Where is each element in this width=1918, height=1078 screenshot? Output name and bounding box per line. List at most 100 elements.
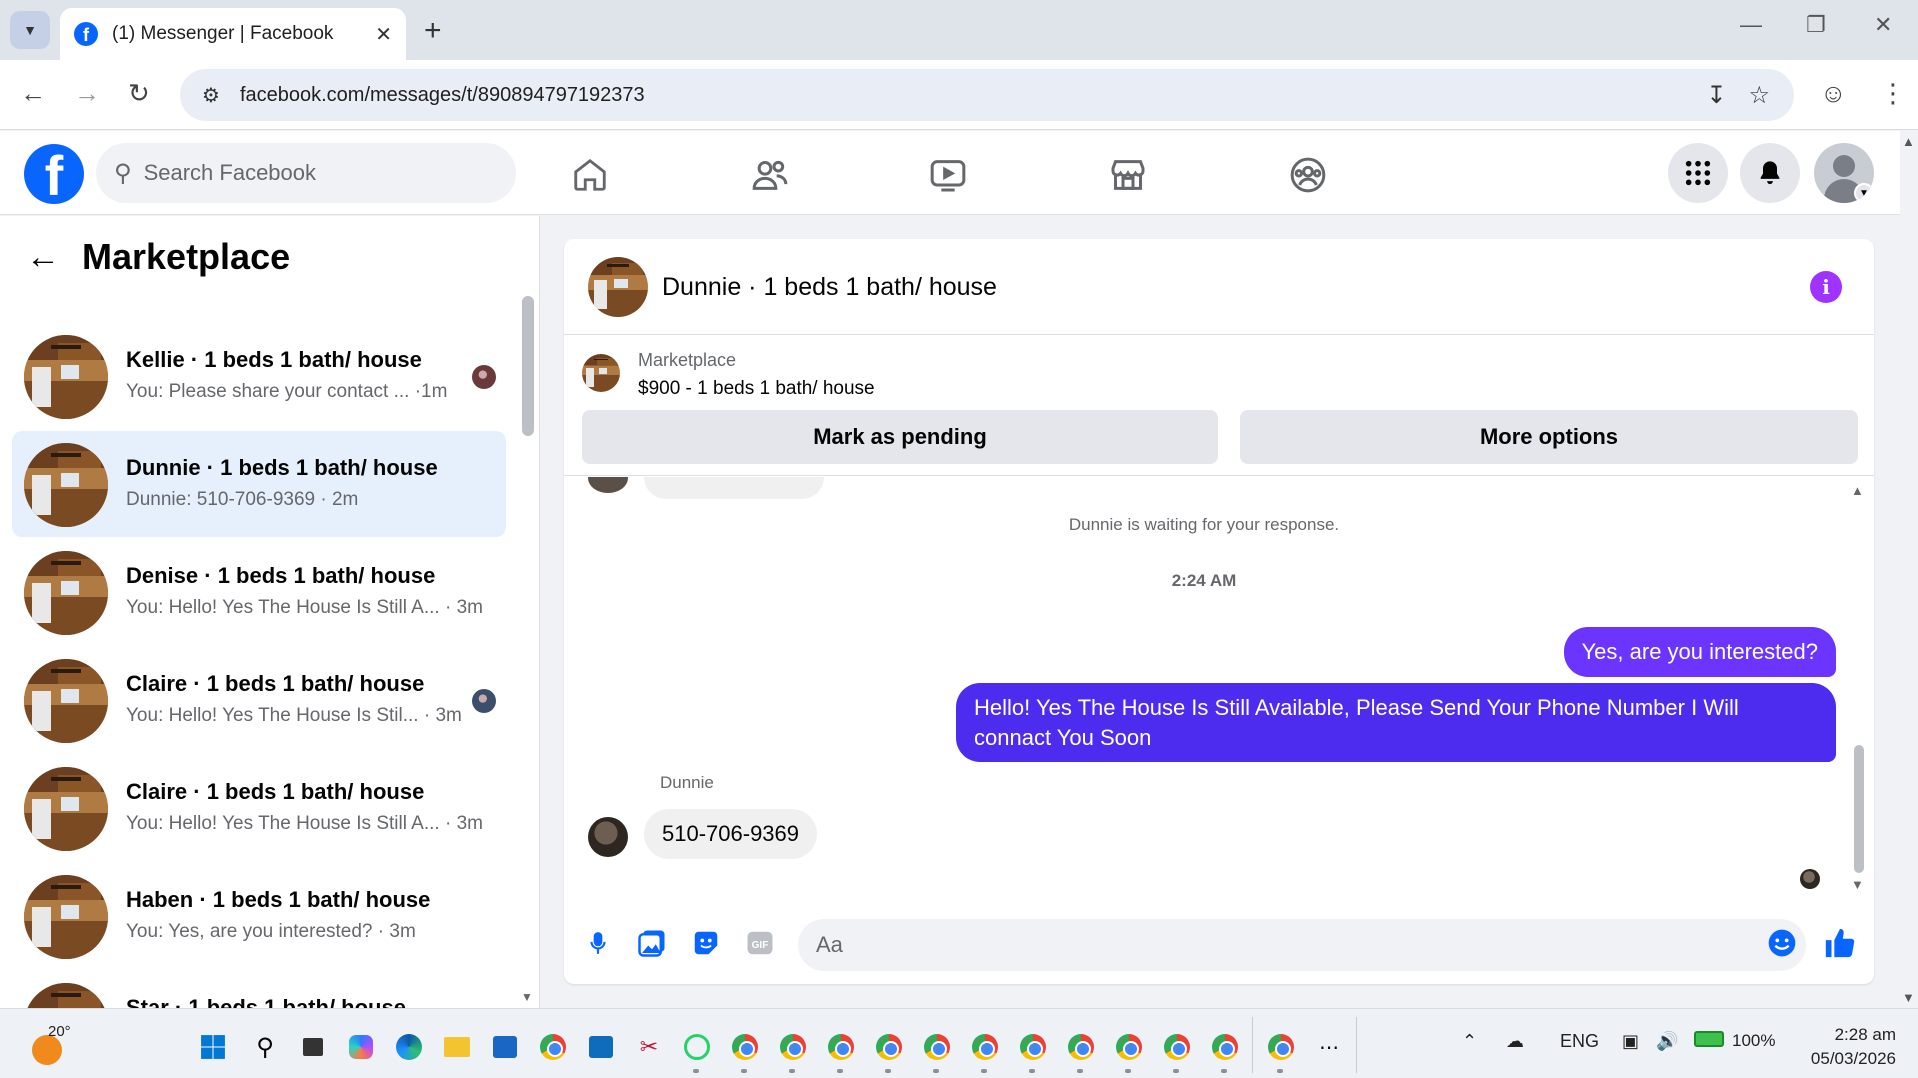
marketplace-nav-icon[interactable] — [1106, 153, 1150, 197]
video-nav-icon[interactable] — [926, 153, 970, 197]
page-scroll-up-arrow[interactable]: ▲ — [1902, 134, 1915, 149]
onedrive-cloud-icon[interactable]: ☁ — [1506, 1031, 1524, 1052]
microphone-icon[interactable] — [578, 923, 618, 963]
restore-icon[interactable]: ❐ — [1806, 12, 1826, 38]
sticker-icon[interactable] — [686, 923, 726, 963]
snipping-tool-icon[interactable]: ✂ — [634, 1032, 664, 1062]
task-view-icon[interactable] — [298, 1032, 328, 1062]
network-icon[interactable]: ▣ — [1622, 1031, 1639, 1052]
conversation-item[interactable]: Kellie · 1 beds 1 bath/ house You: Please… — [12, 323, 506, 429]
facebook-logo-icon[interactable]: f — [24, 144, 84, 204]
emoji-icon[interactable] — [1762, 923, 1802, 963]
close-window-icon[interactable]: ✕ — [1874, 12, 1892, 38]
conversation-item[interactable]: Denise · 1 beds 1 bath/ house You: Hello!… — [12, 539, 506, 645]
mark-as-pending-button[interactable]: Mark as pending — [582, 410, 1218, 464]
copilot-icon[interactable] — [346, 1032, 376, 1062]
chrome-window-icon[interactable] — [874, 1032, 904, 1062]
weather-widget[interactable]: 20° — [28, 1021, 71, 1065]
conversation-item[interactable]: Haben · 1 beds 1 bath/ house You: Yes, ar… — [12, 863, 506, 969]
thread-scroll-up-arrow[interactable]: ▲ — [1851, 483, 1864, 498]
chrome-window-icon[interactable] — [1266, 1032, 1296, 1062]
incoming-message[interactable]: 510-706-9369 — [644, 809, 818, 859]
conversation-item[interactable]: Dunnie · 1 beds 1 bath/ house Dunnie: 510… — [12, 431, 506, 537]
gif-icon[interactable]: GIF — [740, 923, 780, 963]
store-icon[interactable] — [490, 1032, 520, 1062]
outgoing-message[interactable]: Hello! Yes The House Is Still Available,… — [956, 683, 1836, 763]
battery-percent: 100% — [1732, 1031, 1776, 1050]
thread-scroll-down-arrow[interactable]: ▼ — [1851, 877, 1864, 892]
running-indicator — [837, 1069, 843, 1073]
contact-avatar[interactable] — [588, 817, 628, 857]
page-scroll-down-arrow[interactable]: ▼ — [1902, 990, 1915, 1005]
menu-grid-button[interactable] — [1668, 143, 1728, 203]
browser-menu-icon[interactable]: ⋮ — [1880, 78, 1906, 109]
conversation-item[interactable]: Star · 1 beds 1 bath/ houseYou: Hello! Y… — [12, 971, 506, 1008]
list-scroll-down-arrow[interactable]: ▼ — [521, 990, 533, 1004]
listing-small-thumbnail[interactable] — [582, 354, 620, 392]
chrome-window-icon[interactable] — [826, 1032, 856, 1062]
close-tab-icon[interactable]: ✕ — [375, 22, 392, 47]
account-profile-button[interactable]: ▼ — [1814, 143, 1874, 203]
listing-thumbnail[interactable] — [588, 257, 648, 317]
chrome-icon[interactable] — [538, 1032, 568, 1062]
outgoing-message[interactable]: Yes, are you interested? — [1563, 627, 1836, 677]
chrome-window-icon[interactable] — [1210, 1032, 1240, 1062]
thread-scrollbar[interactable] — [1854, 745, 1864, 873]
clock-time: 2:28 am — [1834, 1025, 1896, 1044]
outlook-icon[interactable] — [586, 1032, 616, 1062]
new-tab-button[interactable]: + — [424, 14, 442, 48]
chrome-window-icon[interactable] — [778, 1032, 808, 1062]
chrome-window-icon[interactable] — [1018, 1032, 1048, 1062]
battery-icon[interactable] — [1694, 1031, 1724, 1052]
browser-tab-messenger[interactable]: f (1) Messenger | Facebook ✕ — [60, 8, 406, 60]
system-clock[interactable]: 2:28 am 05/03/2026 — [1786, 1023, 1896, 1071]
photo-icon[interactable] — [632, 923, 672, 963]
friends-nav-icon[interactable] — [748, 153, 792, 197]
conversation-item[interactable]: Claire · 1 beds 1 bath/ house You: Hello!… — [12, 647, 506, 753]
install-app-icon[interactable]: ↧ — [1706, 81, 1726, 110]
conversation-name: Claire · 1 beds 1 bath/ house — [126, 671, 425, 696]
conversation-name: Kellie · 1 beds 1 bath/ house — [126, 347, 422, 372]
minimize-icon[interactable]: — — [1740, 12, 1762, 38]
chrome-window-icon[interactable] — [1162, 1032, 1192, 1062]
reload-icon[interactable]: ↻ — [128, 78, 150, 109]
file-explorer-icon[interactable] — [442, 1032, 472, 1062]
more-options-button[interactable]: More options — [1240, 410, 1858, 464]
tab-search-button[interactable]: ▼ — [10, 11, 50, 49]
home-nav-icon[interactable] — [568, 153, 612, 197]
language-indicator[interactable]: ENG — [1560, 1031, 1599, 1052]
more-apps-icon[interactable]: ⋯ — [1314, 1032, 1344, 1062]
volume-icon[interactable]: 🔊 — [1656, 1031, 1678, 1052]
listing-price[interactable]: $900 - 1 beds 1 bath/ house — [638, 378, 875, 400]
chrome-window-icon[interactable] — [730, 1032, 760, 1062]
logo-letter: f — [44, 144, 64, 204]
info-icon[interactable]: i — [1810, 271, 1842, 303]
forward-icon[interactable]: → — [74, 78, 100, 109]
site-info-icon[interactable]: ⚙ — [202, 83, 220, 108]
groups-nav-icon[interactable] — [1286, 153, 1330, 197]
profile-icon[interactable]: ☺ — [1820, 78, 1847, 109]
thumbs-up-icon[interactable] — [1820, 923, 1860, 963]
back-icon[interactable]: ← — [20, 78, 46, 109]
chrome-window-icon[interactable] — [1066, 1032, 1096, 1062]
bookmark-star-icon[interactable]: ☆ — [1748, 81, 1770, 110]
edge-icon[interactable] — [394, 1032, 424, 1062]
start-icon[interactable] — [198, 1032, 228, 1062]
list-scrollbar[interactable] — [522, 296, 534, 436]
whatsapp-icon[interactable] — [682, 1032, 712, 1062]
search-icon[interactable]: ⚲ — [250, 1032, 280, 1062]
notifications-button[interactable] — [1740, 143, 1800, 203]
conversation-item[interactable]: Claire · 1 beds 1 bath/ house You: Hello!… — [12, 755, 506, 861]
chat-title[interactable]: Dunnie · 1 beds 1 bath/ house — [662, 273, 997, 302]
chrome-window-icon[interactable] — [970, 1032, 1000, 1062]
chrome-window-icon[interactable] — [922, 1032, 952, 1062]
facebook-search-input[interactable] — [143, 160, 464, 186]
chrome-window-icon[interactable] — [1114, 1032, 1144, 1062]
message-input-box[interactable] — [798, 919, 1806, 971]
facebook-search-box[interactable]: ⚲ — [96, 143, 516, 203]
tray-chevron-up-icon[interactable]: ⌃ — [1462, 1031, 1477, 1052]
svg-text:GIF: GIF — [752, 940, 769, 951]
back-arrow-icon[interactable]: ← — [26, 238, 60, 277]
address-bar[interactable]: ⚙ facebook.com/messages/t/89089479719237… — [180, 69, 1794, 121]
message-input[interactable] — [816, 932, 1716, 958]
